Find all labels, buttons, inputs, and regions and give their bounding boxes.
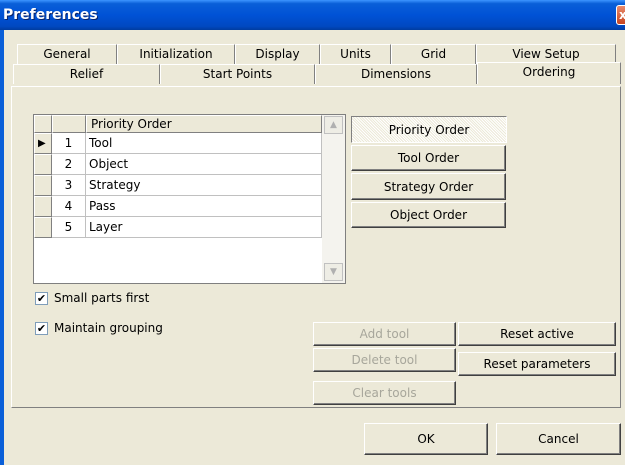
small-parts-first-checkbox[interactable]: ✔	[35, 292, 48, 305]
tab-label: Dimensions	[360, 67, 432, 81]
row-indicator[interactable]	[34, 196, 52, 217]
table-row[interactable]: Pass	[86, 196, 322, 217]
table-row[interactable]: Tool	[86, 133, 322, 154]
reset-parameters-button[interactable]: Reset parameters	[458, 352, 616, 376]
tab-label: General	[43, 47, 91, 61]
grid-scrollbar[interactable]: ▲ ▼	[322, 115, 345, 283]
table-row[interactable]: Strategy	[86, 175, 322, 196]
row-number: 4	[52, 196, 86, 217]
preferences-window: Preferences x General Initialization Dis…	[0, 0, 625, 465]
grid-corner-header	[34, 115, 52, 133]
tab-label: Ordering	[522, 65, 576, 79]
tab-general[interactable]: General	[17, 44, 117, 64]
tab-label: Units	[340, 47, 371, 61]
row-number: 1	[52, 133, 86, 154]
tab-grid[interactable]: Grid	[391, 44, 476, 64]
maintain-grouping-label: Maintain grouping	[54, 321, 163, 335]
tool-order-button[interactable]: Tool Order	[351, 145, 506, 171]
row-indicator[interactable]: ▶	[34, 133, 52, 154]
row-indicator[interactable]	[34, 154, 52, 175]
row-number: 2	[52, 154, 86, 175]
table-row[interactable]: Layer	[86, 217, 322, 238]
reset-active-button[interactable]: Reset active	[458, 322, 616, 346]
grid-num-header	[52, 115, 86, 133]
row-number: 5	[52, 217, 86, 238]
tab-label: Relief	[69, 67, 104, 81]
row-number: 3	[52, 175, 86, 196]
tab-display[interactable]: Display	[235, 44, 320, 64]
title-bar[interactable]: Preferences x	[0, 0, 625, 30]
table-row[interactable]: Object	[86, 154, 322, 175]
maintain-grouping-checkbox[interactable]: ✔	[35, 322, 48, 335]
close-icon[interactable]: x	[616, 5, 625, 25]
ok-button[interactable]: OK	[364, 423, 488, 455]
delete-tool-button[interactable]: Delete tool	[313, 348, 456, 372]
tab-ordering[interactable]: Ordering	[477, 62, 621, 84]
row-indicator[interactable]	[34, 217, 52, 238]
cancel-button[interactable]: Cancel	[496, 423, 621, 455]
add-tool-button[interactable]: Add tool	[313, 322, 456, 346]
tab-start-points[interactable]: Start Points	[160, 64, 315, 84]
tab-view-setup[interactable]: View Setup	[476, 44, 616, 64]
scroll-down-icon[interactable]: ▼	[324, 263, 343, 281]
strategy-order-button[interactable]: Strategy Order	[351, 173, 506, 200]
tab-label: Start Points	[202, 67, 273, 81]
tab-initialization[interactable]: Initialization	[117, 44, 235, 64]
tab-relief[interactable]: Relief	[13, 64, 160, 84]
tab-label: Initialization	[139, 47, 213, 61]
small-parts-first-label: Small parts first	[54, 291, 150, 305]
priority-order-button[interactable]: Priority Order	[351, 116, 507, 143]
priority-order-grid[interactable]: Priority Order ▶ 1 Tool 2 Object 3 Strat…	[33, 114, 346, 284]
row-indicator[interactable]	[34, 175, 52, 196]
grid-column-header[interactable]: Priority Order	[86, 115, 322, 133]
object-order-button[interactable]: Object Order	[351, 202, 506, 228]
clear-tools-button[interactable]: Clear tools	[313, 381, 456, 405]
tab-dimensions[interactable]: Dimensions	[315, 64, 477, 84]
window-frame	[0, 30, 4, 465]
tab-units[interactable]: Units	[320, 44, 391, 64]
current-row-icon: ▶	[38, 138, 46, 149]
tab-label: Display	[255, 47, 300, 61]
window-title: Preferences	[3, 7, 98, 23]
scroll-up-icon[interactable]: ▲	[324, 116, 343, 134]
tab-label: View Setup	[512, 47, 580, 61]
tab-label: Grid	[420, 47, 447, 61]
